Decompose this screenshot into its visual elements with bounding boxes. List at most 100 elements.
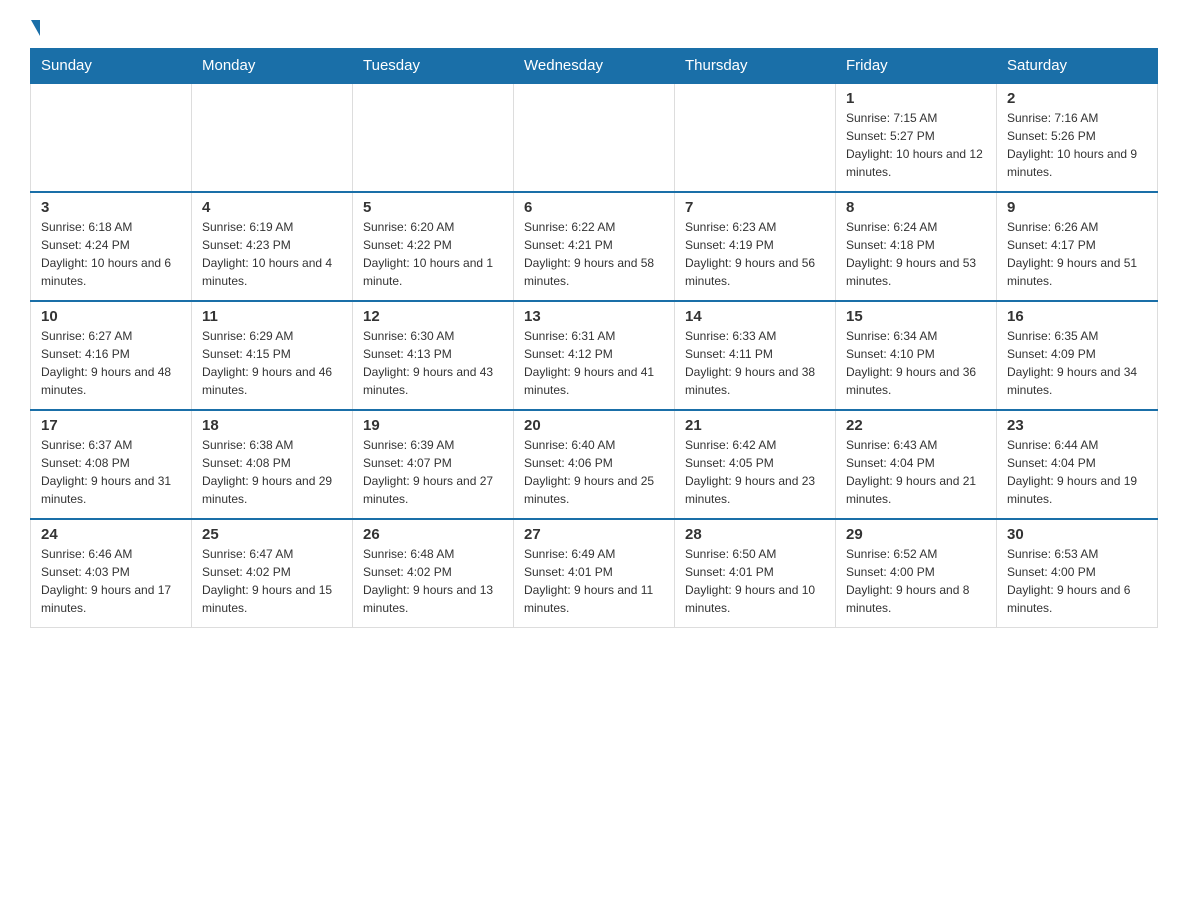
calendar-cell: 20 Sunrise: 6:40 AMSunset: 4:06 PMDayligh… [514,410,675,519]
day-number: 7 [685,199,825,216]
day-number: 25 [202,526,342,543]
day-number: 26 [363,526,503,543]
day-number: 27 [524,526,664,543]
day-number: 9 [1007,199,1147,216]
calendar-cell: 14 Sunrise: 6:33 AMSunset: 4:11 PMDayligh… [675,301,836,410]
day-number: 29 [846,526,986,543]
day-number: 16 [1007,308,1147,325]
day-info: Sunrise: 6:44 AMSunset: 4:04 PMDaylight:… [1007,436,1147,508]
calendar-cell: 21 Sunrise: 6:42 AMSunset: 4:05 PMDayligh… [675,410,836,519]
weekday-header-row: SundayMondayTuesdayWednesdayThursdayFrid… [31,49,1158,84]
weekday-header-saturday: Saturday [997,49,1158,84]
calendar-row-3: 17Sunrise: 6:37 AMSunset: 4:08 PMDayligh… [31,410,1158,519]
page-header [30,20,1158,30]
calendar-cell [514,83,675,192]
day-info: Sunrise: 6:47 AMSunset: 4:02 PMDaylight:… [202,545,342,617]
calendar-cell: 4 Sunrise: 6:19 AMSunset: 4:23 PMDaylight… [192,192,353,301]
day-number: 1 [846,90,986,107]
weekday-header-sunday: Sunday [31,49,192,84]
day-info: Sunrise: 6:40 AMSunset: 4:06 PMDaylight:… [524,436,664,508]
day-number: 18 [202,417,342,434]
calendar-cell: 8 Sunrise: 6:24 AMSunset: 4:18 PMDaylight… [836,192,997,301]
day-info: Sunrise: 6:24 AMSunset: 4:18 PMDaylight:… [846,218,986,290]
day-info: Sunrise: 6:43 AMSunset: 4:04 PMDaylight:… [846,436,986,508]
logo-arrow-icon [31,20,40,36]
calendar-cell: 29 Sunrise: 6:52 AMSunset: 4:00 PMDayligh… [836,519,997,628]
weekday-header-monday: Monday [192,49,353,84]
day-info: Sunrise: 6:46 AMSunset: 4:03 PMDaylight:… [41,545,181,617]
calendar-cell: 25 Sunrise: 6:47 AMSunset: 4:02 PMDayligh… [192,519,353,628]
day-info: Sunrise: 6:39 AMSunset: 4:07 PMDaylight:… [363,436,503,508]
calendar-cell [353,83,514,192]
calendar-cell: 1Sunrise: 7:15 AMSunset: 5:27 PMDaylight… [836,83,997,192]
calendar-cell: 23Sunrise: 6:44 AMSunset: 4:04 PMDayligh… [997,410,1158,519]
day-info: Sunrise: 6:53 AMSunset: 4:00 PMDaylight:… [1007,545,1147,617]
day-number: 5 [363,199,503,216]
calendar-cell: 11Sunrise: 6:29 AMSunset: 4:15 PMDayligh… [192,301,353,410]
day-info: Sunrise: 6:26 AMSunset: 4:17 PMDaylight:… [1007,218,1147,290]
day-info: Sunrise: 6:20 AMSunset: 4:22 PMDaylight:… [363,218,503,290]
day-info: Sunrise: 6:22 AMSunset: 4:21 PMDaylight:… [524,218,664,290]
day-number: 15 [846,308,986,325]
calendar-row-4: 24 Sunrise: 6:46 AMSunset: 4:03 PMDayligh… [31,519,1158,628]
day-number: 21 [685,417,825,434]
day-number: 10 [41,308,181,325]
calendar-cell [31,83,192,192]
day-number: 30 [1007,526,1147,543]
weekday-header-thursday: Thursday [675,49,836,84]
day-info: Sunrise: 6:35 AMSunset: 4:09 PMDaylight:… [1007,327,1147,399]
day-number: 13 [524,308,664,325]
day-info: Sunrise: 6:34 AMSunset: 4:10 PMDaylight:… [846,327,986,399]
logo [30,20,40,30]
day-number: 19 [363,417,503,434]
day-number: 24 [41,526,181,543]
day-number: 22 [846,417,986,434]
day-info: Sunrise: 6:49 AMSunset: 4:01 PMDaylight:… [524,545,664,617]
calendar-cell: 18 Sunrise: 6:38 AMSunset: 4:08 PMDayligh… [192,410,353,519]
calendar-cell: 19 Sunrise: 6:39 AMSunset: 4:07 PMDayligh… [353,410,514,519]
day-info: Sunrise: 7:16 AMSunset: 5:26 PMDaylight:… [1007,109,1147,181]
calendar-cell: 27 Sunrise: 6:49 AMSunset: 4:01 PMDayligh… [514,519,675,628]
day-number: 28 [685,526,825,543]
day-info: Sunrise: 6:42 AMSunset: 4:05 PMDaylight:… [685,436,825,508]
calendar-cell: 26 Sunrise: 6:48 AMSunset: 4:02 PMDayligh… [353,519,514,628]
day-number: 2 [1007,90,1147,107]
calendar-cell: 13Sunrise: 6:31 AMSunset: 4:12 PMDayligh… [514,301,675,410]
calendar-cell: 15 Sunrise: 6:34 AMSunset: 4:10 PMDayligh… [836,301,997,410]
calendar-cell [675,83,836,192]
calendar-table: SundayMondayTuesdayWednesdayThursdayFrid… [30,48,1158,628]
weekday-header-friday: Friday [836,49,997,84]
day-info: Sunrise: 6:33 AMSunset: 4:11 PMDaylight:… [685,327,825,399]
calendar-row-0: 1Sunrise: 7:15 AMSunset: 5:27 PMDaylight… [31,83,1158,192]
day-number: 4 [202,199,342,216]
day-number: 6 [524,199,664,216]
day-number: 14 [685,308,825,325]
day-info: Sunrise: 6:29 AMSunset: 4:15 PMDaylight:… [202,327,342,399]
day-info: Sunrise: 6:23 AMSunset: 4:19 PMDaylight:… [685,218,825,290]
day-number: 8 [846,199,986,216]
day-info: Sunrise: 6:30 AMSunset: 4:13 PMDaylight:… [363,327,503,399]
calendar-cell: 10Sunrise: 6:27 AMSunset: 4:16 PMDayligh… [31,301,192,410]
day-info: Sunrise: 6:50 AMSunset: 4:01 PMDaylight:… [685,545,825,617]
calendar-cell: 2 Sunrise: 7:16 AMSunset: 5:26 PMDaylight… [997,83,1158,192]
weekday-header-tuesday: Tuesday [353,49,514,84]
day-info: Sunrise: 6:48 AMSunset: 4:02 PMDaylight:… [363,545,503,617]
calendar-cell: 9 Sunrise: 6:26 AMSunset: 4:17 PMDaylight… [997,192,1158,301]
day-info: Sunrise: 6:18 AMSunset: 4:24 PMDaylight:… [41,218,181,290]
day-info: Sunrise: 6:38 AMSunset: 4:08 PMDaylight:… [202,436,342,508]
calendar-cell: 28 Sunrise: 6:50 AMSunset: 4:01 PMDayligh… [675,519,836,628]
calendar-cell: 7 Sunrise: 6:23 AMSunset: 4:19 PMDaylight… [675,192,836,301]
calendar-cell: 24 Sunrise: 6:46 AMSunset: 4:03 PMDayligh… [31,519,192,628]
day-info: Sunrise: 6:52 AMSunset: 4:00 PMDaylight:… [846,545,986,617]
calendar-cell: 22 Sunrise: 6:43 AMSunset: 4:04 PMDayligh… [836,410,997,519]
calendar-cell: 30 Sunrise: 6:53 AMSunset: 4:00 PMDayligh… [997,519,1158,628]
calendar-cell: 6 Sunrise: 6:22 AMSunset: 4:21 PMDaylight… [514,192,675,301]
calendar-cell: 17Sunrise: 6:37 AMSunset: 4:08 PMDayligh… [31,410,192,519]
calendar-cell: 5 Sunrise: 6:20 AMSunset: 4:22 PMDaylight… [353,192,514,301]
day-number: 12 [363,308,503,325]
calendar-cell: 3Sunrise: 6:18 AMSunset: 4:24 PMDaylight… [31,192,192,301]
calendar-cell: 12 Sunrise: 6:30 AMSunset: 4:13 PMDayligh… [353,301,514,410]
day-info: Sunrise: 6:19 AMSunset: 4:23 PMDaylight:… [202,218,342,290]
day-number: 20 [524,417,664,434]
calendar-cell: 16 Sunrise: 6:35 AMSunset: 4:09 PMDayligh… [997,301,1158,410]
